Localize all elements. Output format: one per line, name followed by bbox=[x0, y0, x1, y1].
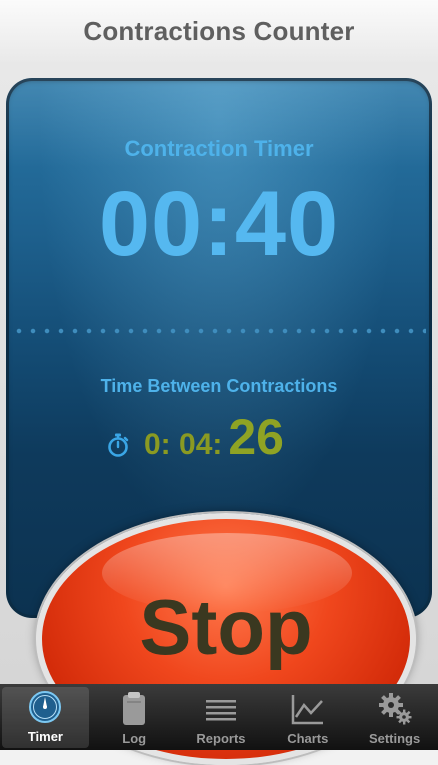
time-between-seconds: 26 bbox=[228, 409, 284, 465]
line-chart-icon bbox=[291, 695, 323, 725]
page-title: Contractions Counter bbox=[83, 15, 355, 46]
stop-button-label: Stop bbox=[139, 583, 313, 671]
clipboard-icon bbox=[123, 692, 146, 725]
tab-bar: Timer Log Reports Charts Settings bbox=[0, 684, 438, 750]
time-between-label: Time Between Contractions bbox=[100, 376, 338, 396]
tab-settings[interactable]: Settings bbox=[351, 684, 438, 750]
list-icon bbox=[205, 700, 236, 721]
contraction-timer-label: Contraction Timer bbox=[124, 136, 314, 161]
gear-icon bbox=[378, 693, 412, 725]
dotted-divider bbox=[12, 328, 426, 334]
tab-timer[interactable]: Timer bbox=[2, 687, 89, 748]
tab-reports[interactable]: Reports bbox=[178, 684, 265, 750]
tab-reports-label: Reports bbox=[196, 731, 246, 746]
stopwatch-icon bbox=[108, 433, 129, 457]
app-header: Contractions Counter bbox=[0, 0, 438, 62]
time-between-hours-minutes: 0: 04: bbox=[144, 428, 223, 461]
tab-log-label: Log bbox=[122, 731, 147, 746]
timer-icon bbox=[29, 691, 62, 723]
tab-settings-label: Settings bbox=[368, 731, 421, 746]
tab-timer-label: Timer bbox=[27, 729, 63, 744]
tab-log[interactable]: Log bbox=[91, 684, 178, 750]
tab-charts[interactable]: Charts bbox=[264, 684, 351, 750]
contraction-timer-value: 00:40 bbox=[98, 173, 340, 275]
time-between-row: 0: 04: 26 bbox=[106, 408, 284, 465]
tab-charts-label: Charts bbox=[287, 731, 329, 746]
